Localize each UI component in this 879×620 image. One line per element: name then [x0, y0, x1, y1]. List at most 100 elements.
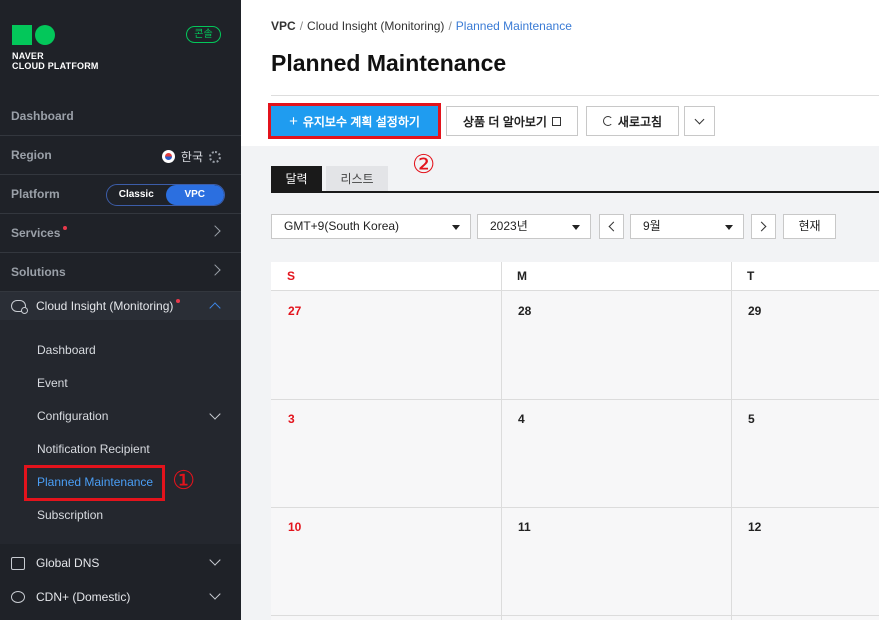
notification-dot: [63, 226, 68, 230]
logo-text-line2: CLOUD PLATFORM: [12, 61, 99, 71]
chevron-right-icon: [209, 264, 221, 276]
chevron-down-icon: [209, 554, 221, 566]
plus-icon: +: [289, 112, 298, 130]
month-select[interactable]: 9월: [630, 214, 744, 239]
sidebar-item-label: Cloud Insight (Monitoring): [36, 299, 174, 313]
tabs-underline: [271, 191, 879, 193]
sidebar-item-cdn[interactable]: CDN+ (Domestic): [0, 580, 241, 614]
calendar-day-cell[interactable]: 11: [518, 520, 531, 534]
sidebar-item-label: Solutions: [11, 265, 66, 279]
global-dns-icon: [11, 556, 25, 570]
cloud-insight-submenu: Dashboard Event Configuration Notificati…: [0, 320, 241, 544]
sidebar-item-solutions[interactable]: Solutions: [0, 253, 241, 292]
notification-dot: [176, 299, 181, 303]
chevron-up-icon[interactable]: [209, 302, 221, 314]
chevron-down-icon: [694, 114, 705, 125]
calendar-day-cell[interactable]: 3: [288, 412, 295, 426]
logo-mark-icon: [12, 25, 99, 45]
learn-more-button[interactable]: 상품 더 알아보기: [446, 106, 578, 136]
calendar-day-cell[interactable]: 27: [288, 304, 301, 318]
breadcrumb-separator: /: [299, 19, 304, 33]
weekday-header-sunday: S: [287, 269, 296, 283]
refresh-button[interactable]: 새로고침: [586, 106, 679, 136]
refresh-icon: [602, 116, 613, 126]
sidebar-item-label: Services: [11, 226, 61, 240]
sidebar-item-label: Dashboard: [11, 109, 74, 123]
external-link-icon: [551, 116, 561, 126]
page-title: Planned Maintenance: [271, 50, 507, 76]
annotation-number-two: ②: [412, 150, 436, 180]
korea-flag-icon: [161, 150, 175, 163]
calendar-day-cell[interactable]: 12: [748, 520, 761, 534]
dropdown-caret-icon: [725, 225, 733, 230]
prev-month-button[interactable]: [599, 214, 624, 239]
platform-toggle[interactable]: Classic VPC: [106, 184, 225, 206]
naver-cloud-logo[interactable]: NAVER CLOUD PLATFORM: [12, 25, 99, 71]
breadcrumb-separator: /: [448, 19, 452, 33]
create-maintenance-plan-button[interactable]: + 유지보수 계획 설정하기: [271, 106, 438, 136]
platform-label: Platform: [11, 187, 60, 201]
calendar-day-cell[interactable]: 5: [748, 412, 755, 426]
annotation-number-one: ①: [172, 466, 196, 496]
submenu-event[interactable]: Event: [37, 376, 68, 390]
breadcrumb-current: Planned Maintenance: [455, 19, 572, 33]
calendar-day-cell[interactable]: 29: [748, 304, 761, 318]
region-label: Region: [11, 148, 52, 162]
tab-list[interactable]: 리스트: [326, 166, 388, 192]
button-label: 새로고침: [617, 114, 663, 129]
chevron-down-icon[interactable]: [209, 408, 221, 420]
next-month-button[interactable]: [751, 214, 776, 239]
submenu-subscription[interactable]: Subscription: [37, 508, 103, 522]
month-value: 9월: [643, 219, 661, 233]
sidebar: NAVER CLOUD PLATFORM 콘솔 Dashboard Region…: [0, 0, 241, 620]
platform-option-vpc[interactable]: VPC: [165, 185, 224, 205]
annotation-highlight-planned-maintenance: [24, 465, 165, 501]
calendar-day-cell[interactable]: 4: [518, 412, 525, 426]
region-selector[interactable]: 한국: [161, 148, 221, 165]
timezone-select[interactable]: GMT+9(South Korea): [271, 214, 471, 239]
breadcrumb: VPC / Cloud Insight (Monitoring) / Plann…: [271, 19, 572, 33]
region-value: 한국: [180, 150, 203, 164]
sidebar-item-services[interactable]: Services: [0, 214, 241, 253]
submenu-configuration[interactable]: Configuration: [37, 409, 108, 423]
cloud-insight-icon: [11, 300, 28, 314]
breadcrumb-root[interactable]: VPC: [271, 19, 296, 33]
sidebar-item-global-dns[interactable]: Global DNS: [0, 546, 241, 580]
timezone-value: GMT+9(South Korea): [284, 219, 400, 233]
more-options-button[interactable]: [684, 106, 715, 136]
submenu-dashboard[interactable]: Dashboard: [37, 343, 96, 357]
divider: [271, 95, 879, 96]
dropdown-caret-icon: [452, 225, 460, 230]
sidebar-item-label: CDN+ (Domestic): [36, 590, 131, 604]
sidebar-item-label: Global DNS: [36, 556, 100, 570]
chevron-down-icon: [209, 588, 221, 600]
gear-icon[interactable]: [209, 150, 221, 163]
cdn-icon: [11, 591, 25, 603]
dropdown-caret-icon: [572, 225, 580, 230]
submenu-notification-recipient[interactable]: Notification Recipient: [37, 442, 150, 456]
breadcrumb-parent[interactable]: Cloud Insight (Monitoring): [307, 19, 444, 33]
year-value: 2023년: [490, 219, 528, 233]
view-tabs: 달력 리스트: [271, 166, 388, 192]
year-select[interactable]: 2023년: [477, 214, 591, 239]
chevron-right-icon: [756, 221, 767, 232]
calendar-grid: S M T 27 28 29 3 4 5 10 11 12: [271, 262, 879, 620]
platform-option-classic[interactable]: Classic: [107, 185, 166, 205]
calendar-day-cell[interactable]: 28: [518, 304, 531, 318]
weekday-header-tuesday: T: [747, 269, 755, 283]
sidebar-region-row: Region 한국: [0, 136, 241, 175]
button-label: 유지보수 계획 설정하기: [302, 114, 420, 129]
weekday-header-monday: M: [517, 269, 527, 283]
today-button[interactable]: 현재: [783, 214, 836, 239]
sidebar-item-cloud-insight[interactable]: Cloud Insight (Monitoring): [0, 292, 241, 320]
sidebar-item-dashboard[interactable]: Dashboard: [0, 97, 241, 136]
chevron-right-icon: [209, 225, 221, 237]
calendar-day-cell[interactable]: 10: [288, 520, 301, 534]
main-content: VPC / Cloud Insight (Monitoring) / Plann…: [241, 0, 879, 620]
sidebar-platform-row: Platform Classic VPC: [0, 175, 241, 214]
button-label: 상품 더 알아보기: [463, 114, 547, 129]
logo-text-line1: NAVER: [12, 51, 44, 61]
console-badge[interactable]: 콘솔: [186, 26, 221, 43]
chevron-left-icon: [608, 221, 619, 232]
tab-calendar[interactable]: 달력: [271, 166, 322, 192]
